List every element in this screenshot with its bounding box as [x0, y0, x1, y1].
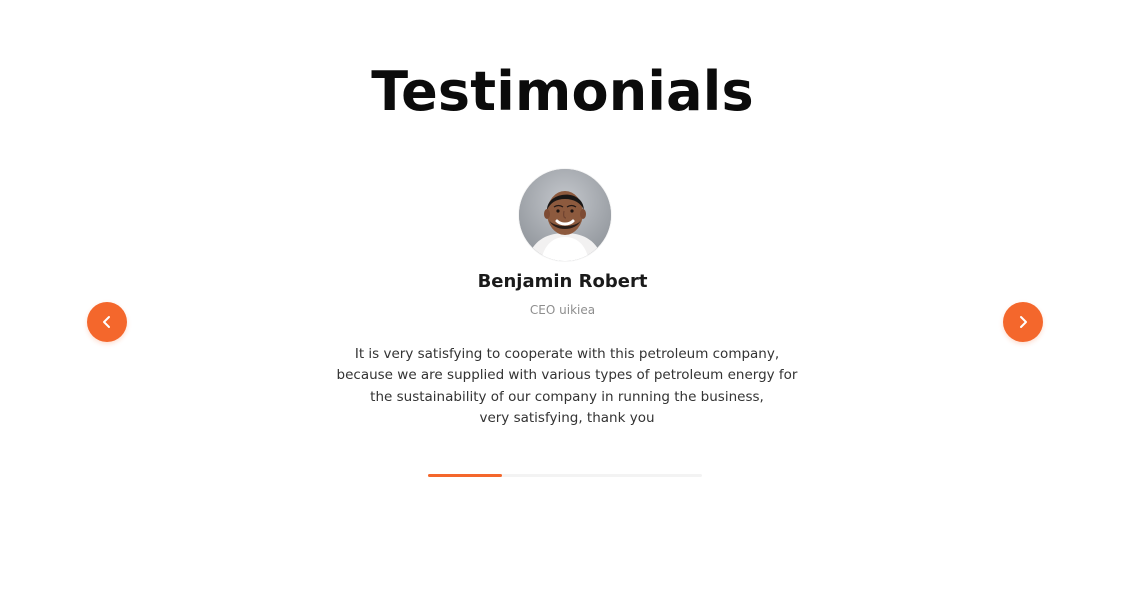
avatar	[519, 169, 611, 261]
quote-line: very satisfying, thank you	[479, 409, 655, 426]
section-title: Testimonials	[371, 60, 754, 123]
quote-line: because we are supplied with various typ…	[336, 367, 798, 384]
carousel-progress-fill	[428, 474, 502, 477]
previous-testimonial-button[interactable]	[87, 302, 127, 342]
chevron-right-icon	[1020, 316, 1027, 328]
testimonial-name: Benjamin Robert	[477, 271, 648, 292]
testimonial-quote: It is very satisfying to cooperate with …	[302, 344, 832, 429]
quote-line: the sustainability of our company in run…	[370, 388, 764, 405]
person-avatar-icon	[519, 169, 611, 261]
carousel-progress	[428, 474, 702, 477]
testimonials-section: Testimonials Benjamin Robert CEO uikiea …	[0, 0, 1125, 593]
chevron-left-icon	[103, 316, 110, 328]
next-testimonial-button[interactable]	[1003, 302, 1043, 342]
testimonial-role: CEO uikiea	[529, 303, 596, 317]
quote-line: It is very satisfying to cooperate with …	[354, 346, 780, 362]
